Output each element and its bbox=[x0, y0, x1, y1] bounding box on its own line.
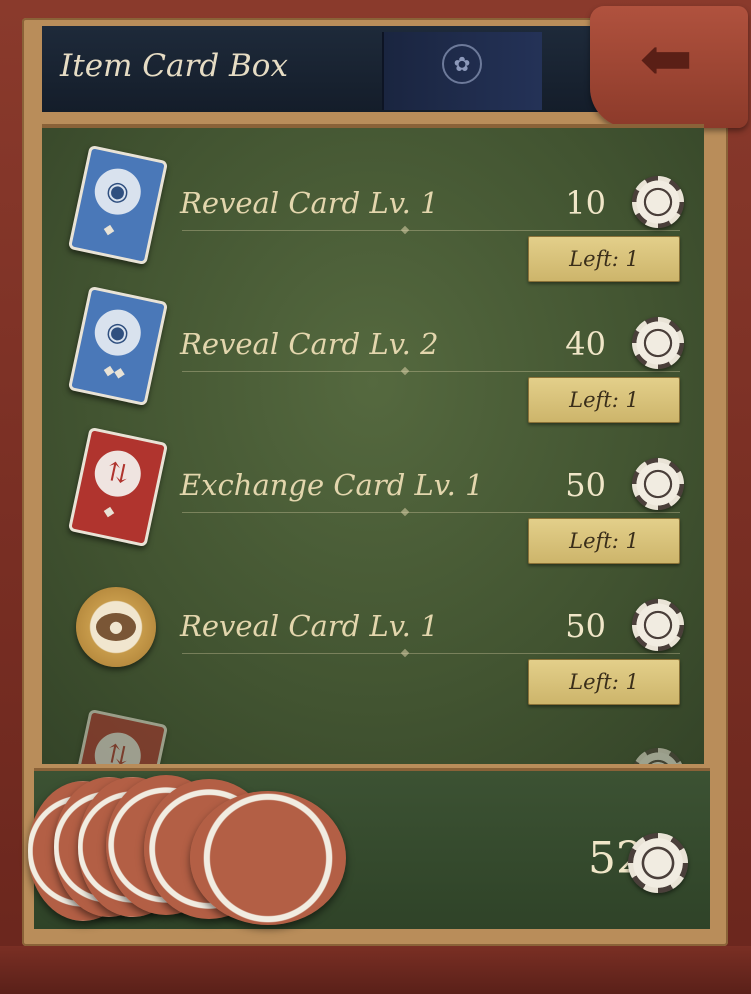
list-item[interactable]: ◉ ◆◆ Reveal Card Lv. 2 40 Left: 1 bbox=[42, 269, 704, 423]
chip-icon bbox=[632, 458, 684, 510]
exchange-card-red-icon: ⇅ bbox=[67, 708, 169, 764]
flower-emblem-icon: ✿ bbox=[442, 44, 482, 84]
wallet-panel: 52 bbox=[28, 768, 710, 929]
row-divider bbox=[182, 371, 680, 372]
exchange-arrows-icon: ⇅ bbox=[90, 728, 146, 764]
item-price: 50 bbox=[565, 466, 606, 504]
frame-bottom-trim bbox=[0, 946, 751, 994]
chip-stack-icon bbox=[190, 791, 346, 925]
row-divider bbox=[182, 512, 680, 513]
list-item[interactable]: ⇅ ◆ Exchange Card Lv. 1 50 Left: 1 bbox=[42, 410, 704, 564]
list-item-partial[interactable]: ⇅ bbox=[42, 692, 704, 764]
divider-dot bbox=[400, 648, 410, 658]
chip-icon bbox=[632, 599, 684, 651]
chip-icon bbox=[632, 748, 684, 764]
chip-icon bbox=[632, 317, 684, 369]
exchange-card-red-icon: ⇅ ◆ bbox=[67, 426, 169, 548]
item-name: Reveal Card Lv. 1 bbox=[180, 609, 439, 643]
diamond-icon: ◆ bbox=[102, 502, 116, 521]
eye-icon: ◉ bbox=[90, 164, 146, 219]
list-item[interactable]: ◉ ◆ Reveal Card Lv. 1 10 Left: 1 bbox=[42, 128, 704, 282]
row-divider bbox=[182, 230, 680, 231]
row-divider bbox=[182, 653, 680, 654]
reveal-watch-gold-icon: ● bbox=[76, 587, 156, 667]
reveal-card-blue-icon: ◉ ◆ bbox=[67, 144, 169, 266]
book-decoration: ✿ bbox=[382, 32, 542, 110]
diamond-icon: ◆◆ bbox=[102, 361, 127, 382]
exit-button[interactable]: ⬅ bbox=[590, 6, 748, 128]
eye-icon: ● bbox=[96, 613, 136, 641]
list-item[interactable]: ● Reveal Card Lv. 1 50 Left: 1 bbox=[42, 551, 704, 705]
item-list[interactable]: ◉ ◆ Reveal Card Lv. 1 10 Left: 1 ◉ ◆◆ Re… bbox=[42, 124, 704, 764]
divider-dot bbox=[400, 366, 410, 376]
divider-dot bbox=[400, 225, 410, 235]
eye-icon: ◉ bbox=[90, 305, 146, 360]
item-price: 50 bbox=[565, 607, 606, 645]
item-name: Reveal Card Lv. 1 bbox=[180, 186, 439, 220]
item-price: 10 bbox=[565, 184, 606, 222]
item-price: 40 bbox=[565, 325, 606, 363]
diamond-icon: ◆ bbox=[102, 220, 116, 239]
page-title: Item Card Box bbox=[60, 48, 288, 84]
exchange-arrows-icon: ⇅ bbox=[90, 446, 146, 501]
reveal-card-blue-icon: ◉ ◆◆ bbox=[67, 285, 169, 407]
chip-icon bbox=[628, 833, 688, 893]
item-name: Exchange Card Lv. 1 bbox=[180, 468, 484, 502]
item-name: Reveal Card Lv. 2 bbox=[180, 327, 439, 361]
chip-icon bbox=[632, 176, 684, 228]
exit-door-icon: ⬅ bbox=[639, 23, 693, 97]
divider-dot bbox=[400, 507, 410, 517]
